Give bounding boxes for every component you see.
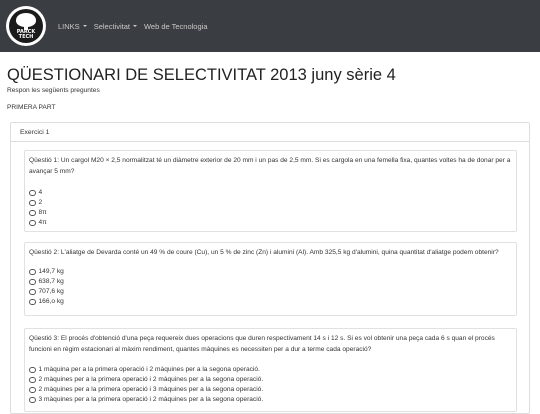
radio-button[interactable] [29, 298, 36, 306]
nav-item-links[interactable]: LINKS [58, 22, 87, 31]
site-logo[interactable]: PARCK TECH [6, 6, 46, 46]
question-text: Qüestió 1: Un cargol M20 × 2,5 normalitz… [29, 157, 511, 175]
option-label: 166,o kg [38, 298, 64, 305]
option-label: 8π [38, 209, 47, 216]
exercise-panel: Exercici 1 Qüestió 1: Un cargol M20 × 2,… [10, 122, 530, 414]
answer-option[interactable]: 149,7 kg [29, 267, 64, 277]
exercise-heading: Exercici 1 [11, 123, 529, 142]
radio-button[interactable] [29, 386, 36, 394]
option-label: 1 màquina per a la primera operació i 2 … [38, 366, 260, 373]
answer-option[interactable]: 4π [29, 218, 47, 228]
nav-menu: LINKS Selectivitat Web de Tecnologia [58, 18, 208, 34]
nav-item-label: LINKS [58, 21, 80, 31]
caret-down-icon [132, 25, 137, 27]
radio-button[interactable] [29, 396, 36, 404]
radio-button[interactable] [29, 219, 36, 227]
nav-item-web-tecnologia[interactable]: Web de Tecnologia [144, 22, 208, 31]
answer-option[interactable]: 166,o kg [29, 297, 64, 307]
option-label: 2 màquines per a la primera operació i 3… [38, 386, 264, 393]
option-label: 638,7 kg [38, 278, 64, 285]
question-3: Qüestió 3: El procés d'obtenció d'una pe… [24, 328, 517, 412]
intro-text: Respon les següents preguntes [7, 87, 100, 94]
answer-options: 4 2 8π 4π [29, 188, 47, 228]
radio-button[interactable] [29, 278, 36, 286]
logo-text: PARCK TECH [16, 29, 36, 40]
nav-item-label: Selectivitat [93, 21, 130, 31]
radio-button[interactable] [29, 268, 36, 276]
option-label: 707,6 kg [38, 288, 64, 295]
option-label: 4π [38, 219, 47, 226]
answer-option[interactable]: 8π [29, 208, 47, 218]
radio-button[interactable] [29, 376, 36, 384]
radio-button[interactable] [29, 366, 36, 374]
nav-item-selectivitat[interactable]: Selectivitat [94, 22, 137, 31]
answer-option[interactable]: 1 màquina per a la primera operació i 2 … [29, 365, 263, 375]
question-2: Qüestió 2: L'aliatge de Devarda conté un… [24, 242, 517, 316]
top-navbar: PARCK TECH LINKS Selectivitat Web de Tec… [0, 0, 540, 52]
answer-option[interactable]: 638,7 kg [29, 277, 64, 287]
answer-option[interactable]: 2 màquines per a la primera operació i 3… [29, 385, 263, 395]
nav-item-label: Web de Tecnologia [143, 21, 208, 31]
section-label: PRIMERA PART [7, 104, 56, 111]
answer-options: 1 màquina per a la primera operació i 2 … [29, 365, 263, 405]
radio-button[interactable] [29, 288, 36, 296]
answer-option[interactable]: 707,6 kg [29, 287, 64, 297]
option-label: 3 màquines per a la primera operació i 2… [38, 396, 264, 403]
radio-button[interactable] [29, 189, 36, 197]
logo-tree-icon: PARCK TECH [9, 9, 43, 43]
option-label: 4 [38, 189, 43, 196]
question-text: Qüestió 2: L'aliatge de Devarda conté un… [29, 249, 499, 256]
option-label: 149,7 kg [38, 268, 64, 275]
page-title: QÜESTIONARI DE SELECTIVITAT 2013 juny sè… [7, 66, 396, 84]
answer-option[interactable]: 2 màquines per a la primera operació i 2… [29, 375, 263, 385]
radio-button[interactable] [29, 199, 36, 207]
answer-option[interactable]: 4 [29, 188, 47, 198]
answer-option[interactable]: 3 màquines per a la primera operació i 2… [29, 395, 263, 405]
option-label: 2 màquines per a la primera operació i 2… [38, 376, 264, 383]
caret-down-icon [82, 25, 87, 27]
question-1: Qüestió 1: Un cargol M20 × 2,5 normalitz… [24, 150, 517, 232]
radio-button[interactable] [29, 209, 36, 217]
answer-options: 149,7 kg 638,7 kg 707,6 kg 166,o kg [29, 267, 64, 307]
answer-option[interactable]: 2 [29, 198, 47, 208]
question-text: Qüestió 3: El procés d'obtenció d'una pe… [29, 335, 495, 353]
option-label: 2 [38, 199, 43, 206]
